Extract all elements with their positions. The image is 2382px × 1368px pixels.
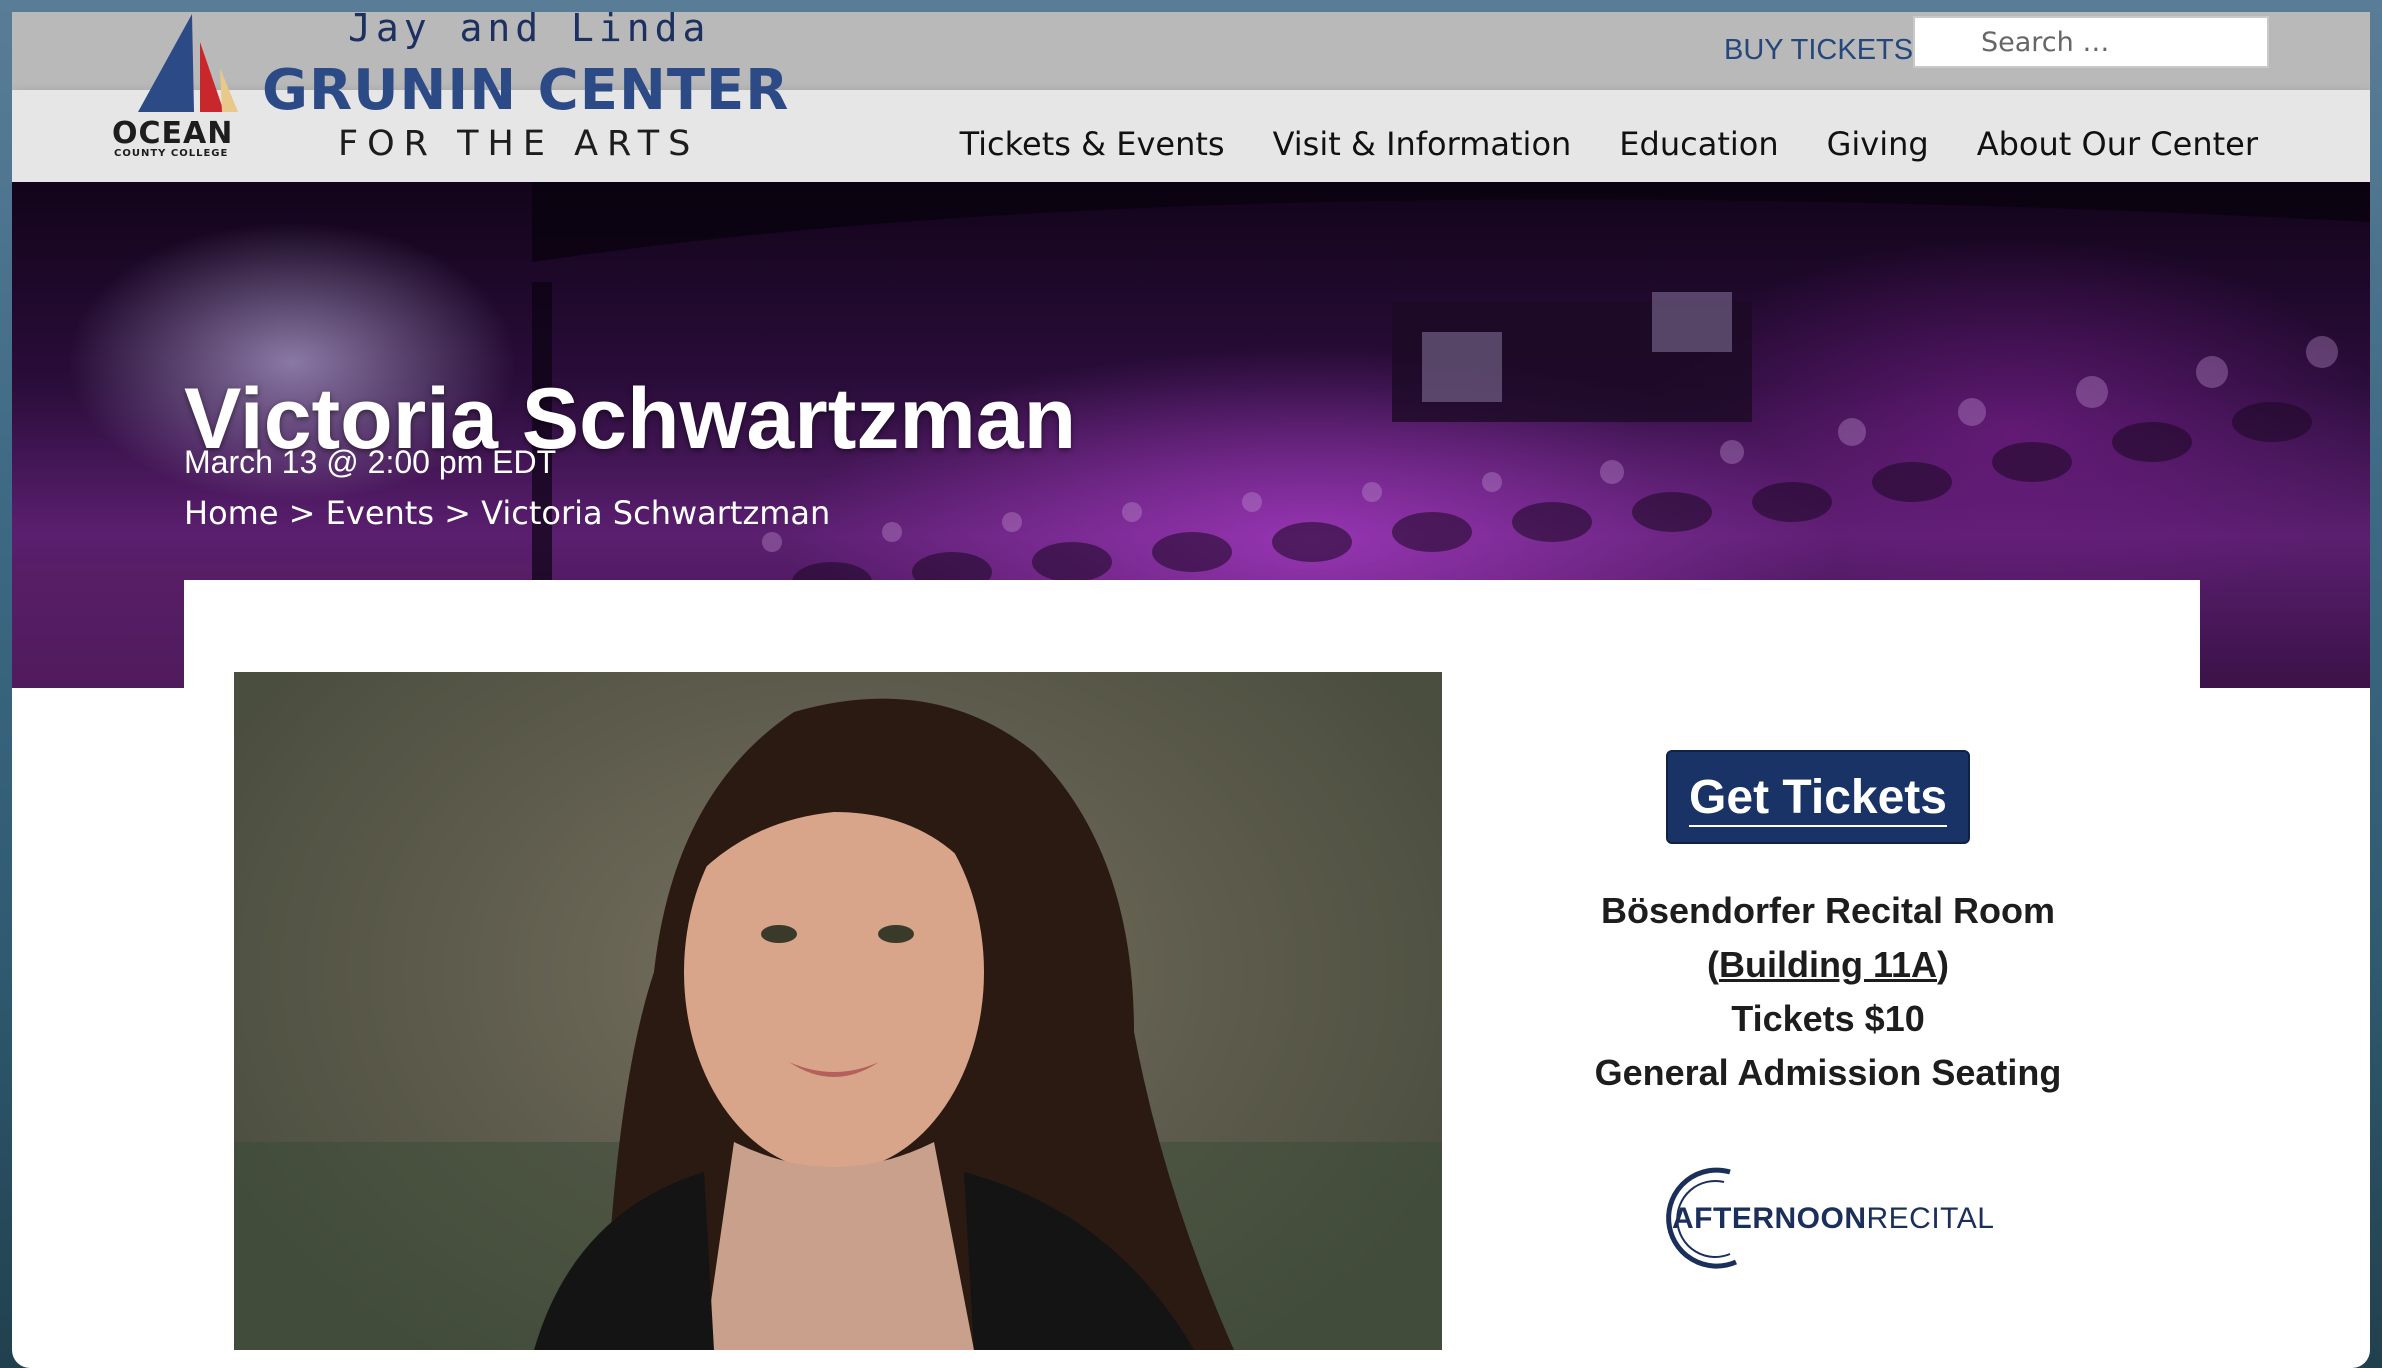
buy-tickets-link[interactable]: BUY TICKETS: [1724, 24, 1913, 76]
nav-education[interactable]: Education: [1619, 118, 1778, 170]
ticket-price: Tickets $10: [1731, 998, 1925, 1039]
building-link[interactable]: Building 11A: [1719, 944, 1937, 985]
logo-line-2: GRUNIN CENTER: [262, 58, 790, 123]
venue-name: Bösendorfer Recital Room: [1600, 890, 2056, 931]
nav-tickets-events[interactable]: Tickets & Events: [960, 118, 1225, 170]
main-nav: Tickets & Events Visit & Information Edu…: [912, 118, 2258, 170]
browser-window: BUY TICKETS Jay and Linda GRUNIN CENTER …: [12, 12, 2370, 1368]
paren-open: (: [1706, 944, 1719, 985]
event-info: Bösendorfer Recital Room (Building 11A) …: [1512, 884, 2144, 1100]
afternoon-recital-logo: AFTERNOONRECITAL: [1672, 1202, 1994, 1236]
site-logo[interactable]: Jay and Linda GRUNIN CENTER FOR THE ARTS…: [112, 12, 788, 164]
building-line: (Building 11A): [1512, 938, 2144, 992]
search-box[interactable]: [1913, 16, 2269, 68]
nav-giving[interactable]: Giving: [1827, 118, 1929, 170]
sails-icon: [138, 14, 238, 112]
breadcrumb-separator: >: [288, 494, 326, 532]
get-tickets-label: Get Tickets: [1689, 771, 1947, 827]
recital-logo-light: RECITAL: [1866, 1202, 1995, 1235]
breadcrumb-separator: >: [444, 494, 482, 532]
college-name: OCEAN: [112, 116, 234, 151]
portrait-illustration: [234, 672, 1442, 1350]
logo-line-3: FOR THE ARTS: [338, 124, 700, 164]
logo-line-1: Jay and Linda: [348, 12, 711, 50]
breadcrumb: Home > Events > Victoria Schwartzman: [184, 494, 830, 532]
recital-logo-bold: AFTERNOON: [1672, 1202, 1867, 1235]
paren-close: ): [1937, 944, 1950, 985]
nav-about-our-center[interactable]: About Our Center: [1977, 118, 2258, 170]
college-subtitle: COUNTY COLLEGE: [114, 148, 229, 159]
breadcrumb-home[interactable]: Home: [184, 494, 279, 532]
event-date: March 13 @ 2:00 pm EDT: [184, 444, 557, 480]
search-input[interactable]: [1915, 18, 2267, 66]
performer-photo: [234, 672, 1442, 1350]
get-tickets-button[interactable]: Get Tickets: [1666, 750, 1970, 844]
breadcrumb-current: Victoria Schwartzman: [481, 494, 831, 532]
seating-info: General Admission Seating: [1594, 1052, 2062, 1093]
nav-visit-information[interactable]: Visit & Information: [1273, 118, 1572, 170]
breadcrumb-events[interactable]: Events: [326, 494, 434, 532]
